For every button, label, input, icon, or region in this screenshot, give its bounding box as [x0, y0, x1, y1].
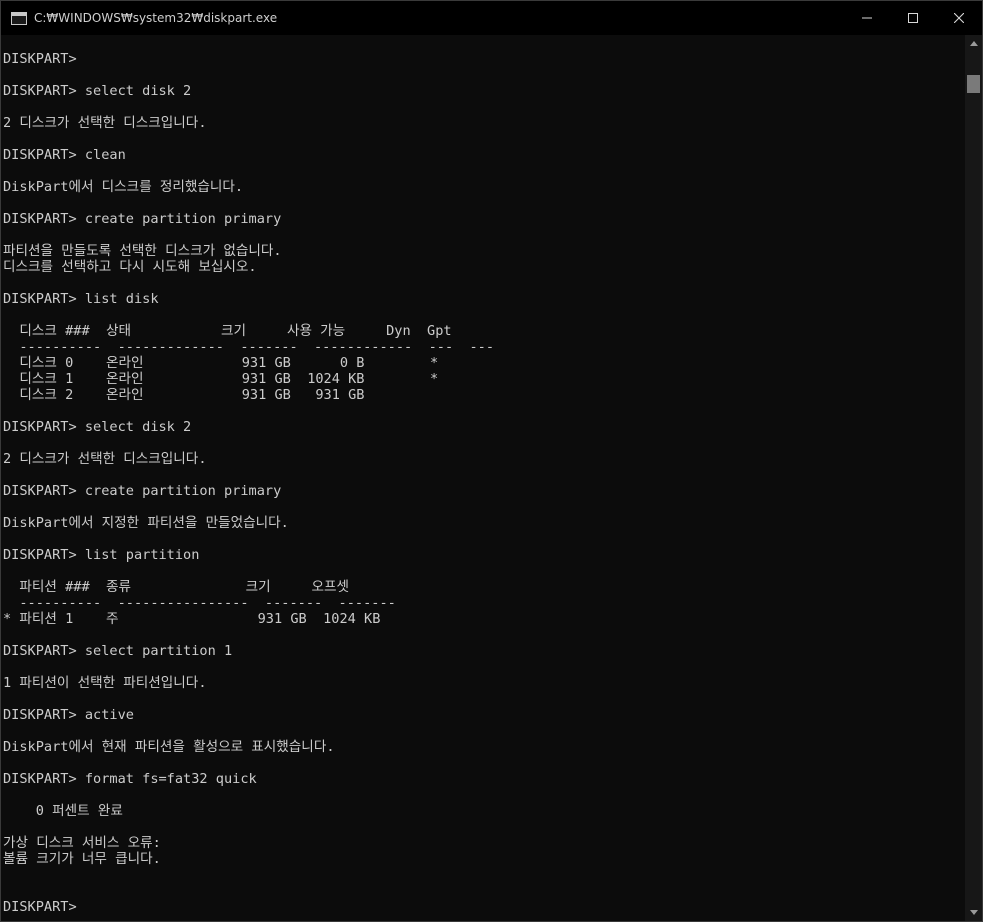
disk-table-row: 디스크 2 온라인 931 GB 931 GB [3, 387, 365, 403]
scroll-up-icon [969, 41, 978, 46]
close-icon [954, 13, 964, 23]
console-line: DISKPART> clean [3, 147, 126, 163]
console-line: DISKPART> active [3, 707, 134, 723]
console-line: 2 디스크가 선택한 디스크입니다. [3, 115, 207, 131]
error-line: 볼륨 크기가 너무 큽니다. [3, 851, 161, 867]
command-prompt[interactable]: DISKPART> [3, 899, 77, 915]
error-line: 가상 디스크 서비스 오류: [3, 835, 161, 851]
console-line: 파티션을 만들도록 선택한 디스크가 없습니다. [3, 243, 282, 259]
maximize-icon [908, 13, 918, 23]
console-app-icon [11, 11, 27, 25]
disk-table-row: 디스크 0 온라인 931 GB 0 B * [3, 355, 439, 371]
minimize-button[interactable] [844, 1, 890, 35]
window-controls [844, 1, 982, 35]
console-line: DISKPART> select partition 1 [3, 643, 233, 659]
disk-table-divider: ---------- ------------- ------- -------… [3, 339, 495, 355]
console-line: DiskPart에서 지정한 파티션을 만들었습니다. [3, 515, 289, 531]
console-line: DISKPART> select disk 2 [3, 83, 192, 99]
minimize-icon [862, 17, 872, 19]
console-line: 2 디스크가 선택한 디스크입니다. [3, 451, 207, 467]
console-line: DISKPART> format fs=fat32 quick [3, 771, 257, 787]
console-output[interactable]: DISKPART> DISKPART> select disk 2 2 디스크가… [1, 35, 963, 921]
disk-table-row: 디스크 1 온라인 931 GB 1024 KB * [3, 371, 439, 387]
maximize-button[interactable] [890, 1, 936, 35]
console-line: DISKPART> [3, 51, 77, 67]
console-line: 1 파티션이 선택한 파티션입니다. [3, 675, 207, 691]
console-line: DiskPart에서 디스크를 정리했습니다. [3, 179, 244, 195]
vertical-scrollbar[interactable] [965, 35, 982, 921]
scroll-up-button[interactable] [965, 35, 982, 52]
disk-table-header: 디스크 ### 상태 크기 사용 가능 Dyn Gpt [3, 323, 452, 339]
title-bar[interactable]: C:₩WINDOWS₩system32₩diskpart.exe [1, 1, 982, 35]
console-line: DISKPART> create partition primary [3, 211, 282, 227]
console-line: DISKPART> list disk [3, 291, 159, 307]
console-line: DISKPART> list partition [3, 547, 200, 563]
console-line: 디스크를 선택하고 다시 시도해 보십시오. [3, 259, 257, 275]
partition-table-header: 파티션 ### 종류 크기 오프셋 [3, 579, 350, 595]
console-line: DISKPART> select disk 2 [3, 419, 192, 435]
partition-table-divider: ---------- ---------------- ------- ----… [3, 595, 396, 611]
console-line: DISKPART> create partition primary [3, 483, 282, 499]
console-line: 0 퍼센트 완료 [3, 803, 123, 819]
partition-table-row: * 파티션 1 주 931 GB 1024 KB [3, 611, 381, 627]
diskpart-window: C:₩WINDOWS₩system32₩diskpart.exe DISKPAR… [0, 0, 983, 922]
window-title: C:₩WINDOWS₩system32₩diskpart.exe [34, 11, 278, 25]
console-line: DiskPart에서 현재 파티션을 활성으로 표시했습니다. [3, 739, 335, 755]
scroll-thumb[interactable] [967, 75, 980, 93]
scroll-down-button[interactable] [965, 904, 982, 921]
scroll-down-icon [969, 910, 978, 915]
close-button[interactable] [936, 1, 982, 35]
